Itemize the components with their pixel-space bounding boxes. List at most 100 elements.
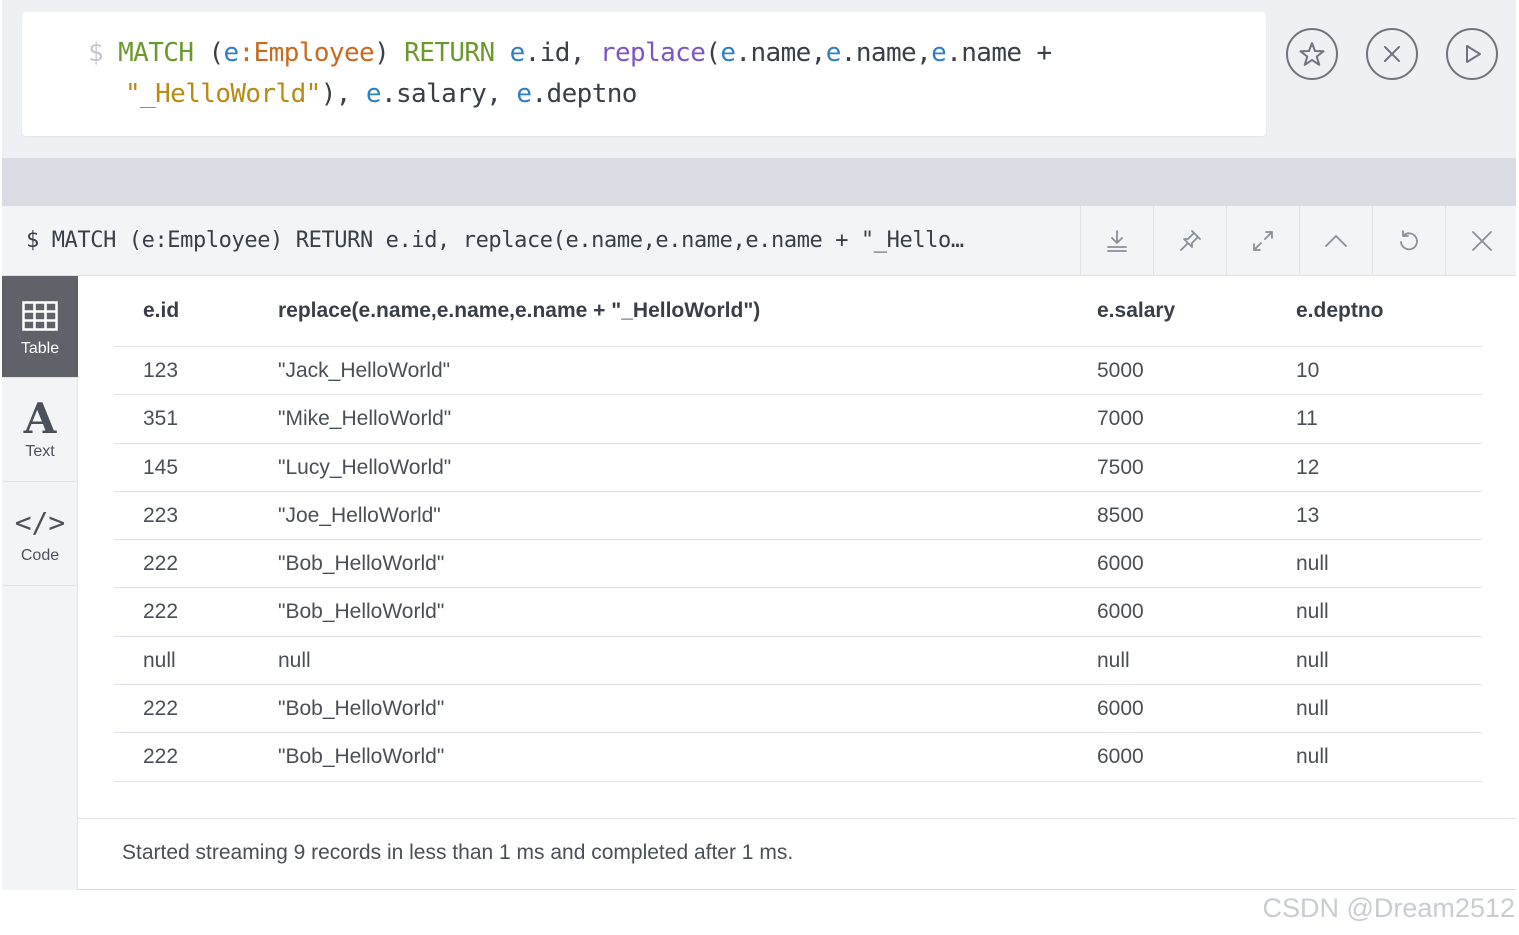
table-cell[interactable]: null — [1296, 600, 1329, 624]
table-row: 223 "Joe_HelloWorld" 8500 13 — [114, 492, 1482, 541]
nav-code[interactable]: </> Code — [2, 482, 78, 586]
table-cell[interactable]: null — [1296, 697, 1329, 721]
query-token: .deptno — [531, 79, 637, 109]
status-divider — [78, 818, 1516, 819]
query-token: e — [825, 38, 842, 68]
nav-text-label: Text — [25, 442, 55, 460]
table-cell[interactable]: 222 — [143, 745, 178, 769]
frame-header: $ MATCH (e:Employee) RETURN e.id, replac… — [2, 206, 1516, 276]
collapse-icon — [1325, 235, 1347, 247]
query-token: RETURN — [404, 38, 495, 68]
stream-divider — [2, 158, 1516, 206]
play-icon — [1466, 45, 1481, 63]
close-icon — [1472, 231, 1492, 251]
table-cell[interactable]: "Bob_HelloWorld" — [278, 697, 444, 721]
query-token: e — [516, 79, 532, 109]
query-token: e — [365, 79, 382, 109]
fullscreen-button[interactable] — [1226, 206, 1299, 276]
table-cell[interactable]: 222 — [143, 600, 178, 624]
rerun-button[interactable] — [1372, 206, 1445, 276]
status-message: Started streaming 9 records in less than… — [122, 841, 794, 864]
query-token — [495, 38, 510, 68]
table-row: 351 "Mike_HelloWorld" 7000 11 — [114, 395, 1482, 444]
table-cell[interactable]: null — [1097, 649, 1130, 673]
close-circle-icon — [1384, 46, 1400, 62]
table-row: 222 "Bob_HelloWorld" 6000 null — [114, 733, 1482, 782]
table-cell[interactable]: 145 — [143, 456, 178, 480]
table-cell[interactable]: 222 — [143, 697, 178, 721]
table-cell[interactable]: null — [1296, 649, 1329, 673]
column-header[interactable]: e.deptno — [1296, 299, 1384, 323]
table-cell[interactable]: "Bob_HelloWorld" — [278, 600, 444, 624]
table-cell[interactable]: 12 — [1296, 456, 1319, 480]
query-token: replace — [599, 38, 706, 68]
pin-icon — [1180, 230, 1201, 251]
query-editor[interactable]: $ MATCH (e:Employee) RETURN e.id, replac… — [22, 12, 1266, 136]
collapse-button[interactable] — [1299, 206, 1372, 276]
table-body: 123 "Jack_HelloWorld" 5000 10 351 "Mike_Hello… — [114, 347, 1482, 782]
table-cell[interactable]: "Bob_HelloWorld" — [278, 745, 444, 769]
table-cell[interactable]: null — [278, 649, 311, 673]
table-cell[interactable]: 5000 — [1097, 359, 1144, 383]
close-frame-button[interactable] — [1445, 206, 1518, 276]
query-line-2[interactable]: "_HelloWorld"), e.salary, e.deptno — [125, 79, 637, 109]
column-header[interactable]: replace(e.name,e.name,e.name + "_HelloWo… — [278, 299, 760, 323]
table-cell[interactable]: "Mike_HelloWorld" — [278, 407, 451, 431]
table-cell[interactable]: 6000 — [1097, 600, 1144, 624]
query-token: .salary, — [380, 79, 517, 109]
table-cell[interactable]: 11 — [1296, 407, 1318, 431]
table-cell[interactable]: 10 — [1296, 359, 1319, 383]
frame-command[interactable]: $ MATCH (e:Employee) RETURN e.id, replac… — [26, 228, 964, 253]
nav-text[interactable]: A Text — [2, 378, 78, 482]
query-token: ( — [193, 38, 224, 68]
nav-table-label: Table — [20, 339, 60, 357]
table-cell[interactable]: 222 — [143, 552, 178, 576]
column-header[interactable]: e.salary — [1097, 299, 1175, 323]
table-cell[interactable]: "Bob_HelloWorld" — [278, 552, 444, 576]
table-cell[interactable]: null — [1296, 552, 1329, 576]
query-line-1[interactable]: $ MATCH (e:Employee) RETURN e.id, replac… — [88, 38, 1052, 68]
expand-icon — [1253, 231, 1273, 251]
pin-button[interactable] — [1153, 206, 1226, 276]
table-row: 123 "Jack_HelloWorld" 5000 10 — [114, 347, 1482, 396]
table-cell[interactable]: "Lucy_HelloWorld" — [278, 456, 451, 480]
table-cell[interactable]: 13 — [1296, 504, 1319, 528]
query-token: .name, — [840, 38, 932, 68]
table-cell[interactable]: 6000 — [1097, 552, 1144, 576]
table-cell[interactable]: null — [143, 649, 176, 673]
run-button[interactable] — [1446, 28, 1498, 80]
table-header-row: e.id replace(e.name,e.name,e.name + "_He… — [114, 276, 1482, 347]
query-token: .name + — [946, 38, 1052, 68]
favorite-button[interactable] — [1286, 28, 1338, 80]
table-cell[interactable]: 223 — [143, 504, 178, 528]
table-row: 222 "Bob_HelloWorld" 6000 null — [114, 540, 1482, 589]
query-token: .id, — [524, 38, 600, 68]
table-cell[interactable]: 6000 — [1097, 697, 1144, 721]
download-icon — [1107, 230, 1127, 252]
query-token: e — [509, 38, 526, 68]
nav-code-label: Code — [20, 546, 60, 564]
table-cell[interactable]: 7000 — [1097, 407, 1144, 431]
table-cell[interactable]: 351 — [143, 407, 178, 431]
query-token: e — [931, 38, 947, 68]
rerun-icon — [1400, 230, 1418, 251]
table-cell[interactable]: 7500 — [1097, 456, 1144, 480]
query-token: :Employee — [238, 38, 375, 68]
code-icon: </> — [14, 505, 66, 539]
column-header[interactable]: e.id — [143, 299, 179, 323]
star-icon — [1299, 42, 1325, 66]
table-cell[interactable]: 6000 — [1097, 745, 1144, 769]
query-token: e — [720, 38, 736, 68]
table-cell[interactable]: 123 — [143, 359, 178, 383]
query-token: e — [223, 38, 240, 68]
query-token: ), — [320, 79, 366, 109]
clear-button[interactable] — [1366, 28, 1418, 80]
table-cell[interactable]: null — [1296, 745, 1329, 769]
table-row: null null null null — [114, 637, 1482, 686]
table-cell[interactable]: "Joe_HelloWorld" — [278, 504, 441, 528]
table-cell[interactable]: 8500 — [1097, 504, 1144, 528]
download-button[interactable] — [1080, 206, 1153, 276]
table-cell[interactable]: "Jack_HelloWorld" — [278, 359, 450, 383]
results-table: e.id replace(e.name,e.name,e.name + "_He… — [114, 276, 1482, 782]
nav-table[interactable]: Table — [2, 276, 78, 378]
